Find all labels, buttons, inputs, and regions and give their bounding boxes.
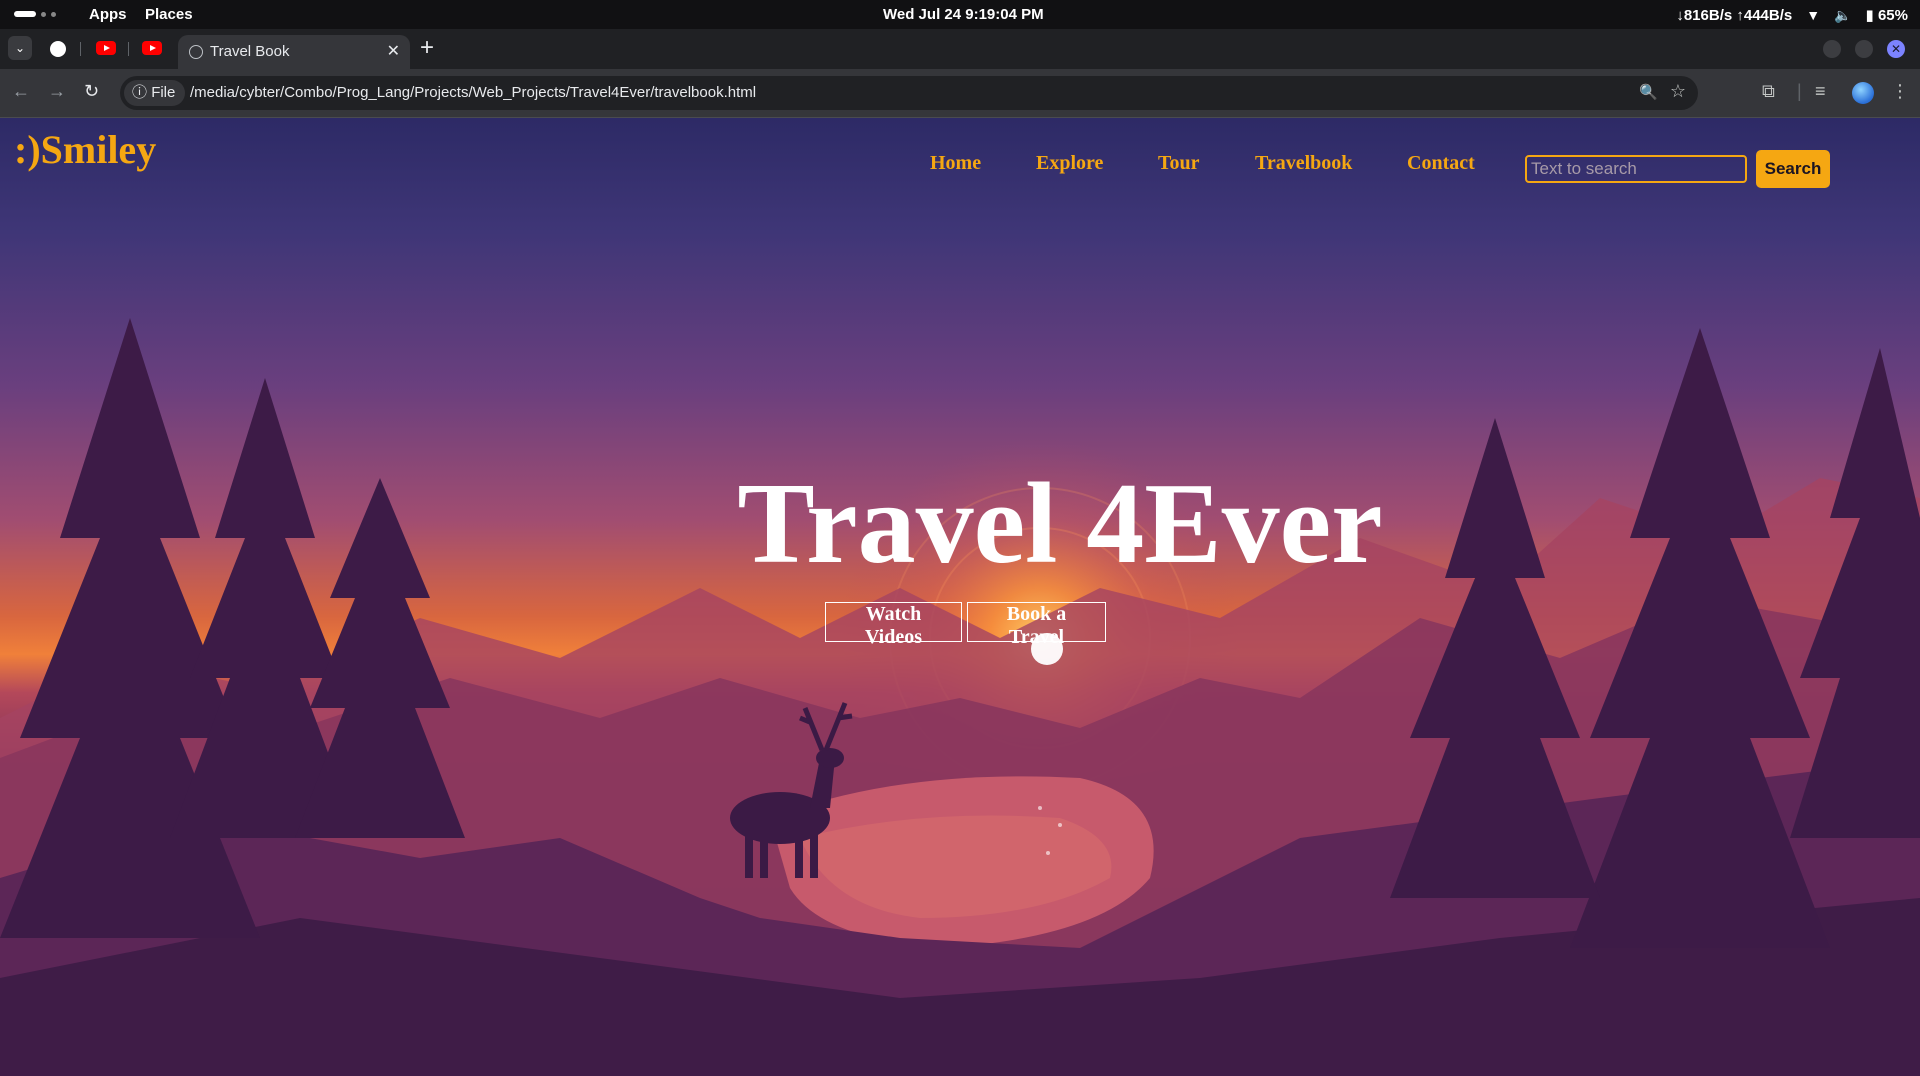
reload-icon[interactable]: ↻ [84, 81, 99, 102]
system-tray[interactable]: ↓816B/s ↑444B/s ▼ 🔈 ▮ 65% [1676, 6, 1908, 25]
site-info-chip[interactable]: ⓘ File [124, 80, 186, 106]
toolbar-separator: | [1797, 81, 1802, 101]
zoom-icon[interactable]: 🔍 [1639, 83, 1658, 101]
tab-separator [128, 42, 129, 56]
mouse-cursor [1031, 633, 1063, 665]
browser-toolbar: ← → ↻ ⓘ File /media/cybter/Combo/Prog_La… [0, 69, 1920, 118]
battery-status: ▮ 65% [1866, 6, 1908, 24]
address-bar[interactable]: ⓘ File /media/cybter/Combo/Prog_Lang/Pro… [120, 76, 1698, 110]
network-speed: ↓816B/s ↑444B/s [1676, 6, 1793, 24]
system-top-bar: Apps Places Wed Jul 24 9:19:04 PM ↓816B/… [0, 0, 1920, 29]
minimize-button[interactable] [1823, 40, 1841, 58]
hero-title: Travel 4Ever [737, 460, 1383, 588]
pinned-tab-youtube-icon[interactable] [142, 41, 162, 55]
nav-link-tour[interactable]: Tour [1158, 152, 1200, 175]
tab-separator [80, 42, 81, 56]
battery-level: 65% [1877, 7, 1908, 24]
tab-search-button[interactable]: ⌄ [8, 36, 32, 60]
search-input[interactable] [1525, 155, 1747, 183]
wifi-icon: ▼ [1806, 7, 1821, 23]
apps-menu[interactable]: Apps [89, 6, 127, 23]
new-tab-button[interactable]: + [420, 34, 434, 62]
volume-icon: 🔈 [1834, 6, 1852, 23]
media-controls-icon[interactable]: ≡ [1815, 81, 1826, 102]
profile-avatar[interactable] [1852, 82, 1874, 104]
close-window-button[interactable]: ✕ [1887, 40, 1905, 58]
page-viewport: :)Smiley Home Explore Tour Travelbook Co… [0, 118, 1920, 1076]
url-text[interactable]: /media/cybter/Combo/Prog_Lang/Projects/W… [190, 84, 756, 101]
back-arrow-icon[interactable]: ← [12, 81, 30, 102]
site-info-label: File [151, 84, 176, 101]
search-button[interactable]: Search [1756, 150, 1830, 188]
tab-strip: ⌄ Travel Book ✕ + ✕ [0, 29, 1920, 69]
more-menu-icon[interactable]: ⋮ [1891, 81, 1909, 102]
nav-link-contact[interactable]: Contact [1407, 152, 1475, 175]
maximize-button[interactable] [1855, 40, 1873, 58]
tab-title: Travel Book [210, 43, 290, 60]
pinned-tab-youtube-icon[interactable] [96, 41, 116, 55]
pinned-tab-chatgpt-icon[interactable] [50, 41, 66, 57]
nav-link-explore[interactable]: Explore [1036, 152, 1103, 175]
extensions-icon[interactable]: ⧉ [1762, 81, 1775, 102]
nav-link-travelbook[interactable]: Travelbook [1255, 152, 1352, 175]
info-icon: ⓘ [132, 84, 148, 101]
globe-icon [189, 45, 203, 59]
battery-icon: ▮ [1865, 7, 1874, 24]
bookmark-star-icon[interactable]: ☆ [1670, 81, 1686, 102]
close-tab-icon[interactable]: ✕ [387, 41, 400, 61]
places-menu[interactable]: Places [145, 6, 193, 23]
watch-videos-button[interactable]: Watch Videos [825, 602, 962, 648]
forward-arrow-icon[interactable]: → [48, 81, 66, 102]
site-logo[interactable]: :)Smiley [14, 126, 156, 173]
active-tab[interactable]: Travel Book ✕ [178, 35, 410, 69]
clock[interactable]: Wed Jul 24 9:19:04 PM [883, 6, 1044, 23]
activities-indicator[interactable] [14, 11, 56, 17]
landscape-background [0, 318, 1920, 1076]
nav-link-home[interactable]: Home [930, 152, 981, 175]
